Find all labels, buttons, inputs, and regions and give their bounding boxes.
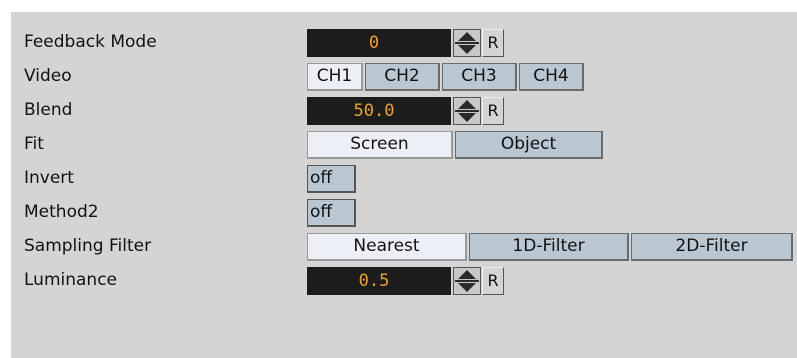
sampling-option-nearest[interactable]: Nearest <box>307 233 467 261</box>
feedback-mode-spinner[interactable] <box>453 29 481 57</box>
fit-selector: Screen Object <box>307 131 605 159</box>
row-fit: Fit Screen Object <box>11 128 797 162</box>
luminance-spinner[interactable] <box>453 267 481 295</box>
video-option-ch2[interactable]: CH2 <box>365 63 440 91</box>
blend-reset-button[interactable]: R <box>482 97 504 125</box>
row-feedback-mode: Feedback Mode 0 R <box>11 26 797 60</box>
blend-field[interactable]: 50.0 <box>307 97 451 125</box>
invert-label: Invert <box>24 168 74 188</box>
spin-down-icon[interactable] <box>458 45 476 54</box>
row-method2: Method2 off <box>11 196 797 230</box>
fit-option-screen[interactable]: Screen <box>307 131 453 159</box>
luminance-field[interactable]: 0.5 <box>307 267 451 295</box>
invert-toggle[interactable]: off <box>307 165 356 193</box>
sampling-option-2d-filter[interactable]: 2D-Filter <box>631 233 793 261</box>
row-blend: Blend 50.0 R <box>11 94 797 128</box>
properties-panel: Feedback Mode 0 R Video CH1 CH2 CH3 CH4 … <box>11 12 797 358</box>
method2-toggle[interactable]: off <box>307 199 356 227</box>
spin-down-icon[interactable] <box>458 283 476 292</box>
video-label: Video <box>24 66 72 86</box>
spin-up-icon[interactable] <box>458 100 476 109</box>
feedback-mode-label: Feedback Mode <box>24 32 157 52</box>
spin-up-icon[interactable] <box>458 32 476 41</box>
feedback-mode-field[interactable]: 0 <box>307 29 451 57</box>
spin-down-icon[interactable] <box>458 113 476 122</box>
blend-label: Blend <box>24 100 73 120</box>
video-option-ch4[interactable]: CH4 <box>519 63 584 91</box>
video-channel-selector: CH1 CH2 CH3 CH4 <box>307 63 586 91</box>
video-option-ch3[interactable]: CH3 <box>442 63 517 91</box>
fit-label: Fit <box>24 134 44 154</box>
row-invert: Invert off <box>11 162 797 196</box>
blend-spinner[interactable] <box>453 97 481 125</box>
feedback-mode-reset-button[interactable]: R <box>482 29 504 57</box>
sampling-filter-label: Sampling Filter <box>24 236 152 256</box>
luminance-label: Luminance <box>24 270 118 290</box>
sampling-filter-selector: Nearest 1D-Filter 2D-Filter <box>307 233 795 261</box>
video-option-ch1[interactable]: CH1 <box>307 63 363 91</box>
row-luminance: Luminance 0.5 R <box>11 264 797 298</box>
fit-option-object[interactable]: Object <box>455 131 603 159</box>
row-video: Video CH1 CH2 CH3 CH4 <box>11 60 797 94</box>
spin-up-icon[interactable] <box>458 270 476 279</box>
row-sampling-filter: Sampling Filter Nearest 1D-Filter 2D-Fil… <box>11 230 797 264</box>
method2-label: Method2 <box>24 202 99 222</box>
sampling-option-1d-filter[interactable]: 1D-Filter <box>469 233 629 261</box>
luminance-reset-button[interactable]: R <box>482 267 504 295</box>
